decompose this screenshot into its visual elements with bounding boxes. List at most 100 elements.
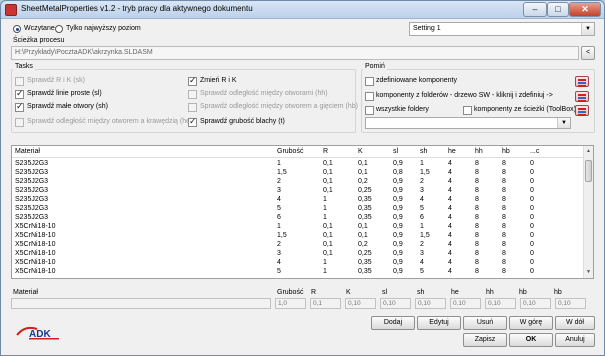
- scroll-thumb[interactable]: [585, 160, 592, 182]
- table-row[interactable]: S235J2G3 4 1 0,35 0,9 4 4 8 8 0: [12, 196, 584, 205]
- table-row[interactable]: S235J2G3 3 0,1 0,25 0,9 3 4 8 8 0: [12, 187, 584, 196]
- table-row[interactable]: X5CrNi18-10 5 1 0,35 0,9 5 4 8 8 0: [12, 268, 584, 277]
- flag-icon[interactable]: [575, 76, 589, 87]
- table-cell: 1: [277, 160, 281, 167]
- edit-button[interactable]: Edytuj: [417, 316, 461, 330]
- table-cell: S235J2G3: [15, 205, 49, 212]
- flag-icon[interactable]: [575, 105, 589, 116]
- radio-wczytane[interactable]: [13, 25, 21, 33]
- col-header[interactable]: ...c: [530, 148, 539, 155]
- sl-field[interactable]: 0,10: [380, 298, 411, 309]
- col-header[interactable]: Grubość: [277, 148, 303, 155]
- skip-folders-check[interactable]: [365, 92, 374, 101]
- table-row[interactable]: S235J2G3 2 0,1 0,2 0,9 2 4 8 8 0: [12, 178, 584, 187]
- remove-button[interactable]: Usuń: [463, 316, 507, 330]
- table-row[interactable]: X5CrNi18-10 3 0,1 0,25 0,9 3 4 8 8 0: [12, 250, 584, 259]
- hh-field[interactable]: 0,10: [485, 298, 516, 309]
- scroll-down-icon[interactable]: ▼: [584, 268, 593, 277]
- table-cell: 1: [420, 223, 424, 230]
- col-header[interactable]: he: [448, 148, 456, 155]
- table-row[interactable]: S235J2G3 1,5 0,1 0,1 0,8 1,5 4 8 8 0: [12, 169, 584, 178]
- check-hole-hole[interactable]: [188, 90, 197, 99]
- k-field[interactable]: 0,10: [345, 298, 376, 309]
- col-header[interactable]: hb: [502, 148, 510, 155]
- table-cell: 4: [448, 196, 452, 203]
- skip-all-folders-check[interactable]: [365, 106, 374, 115]
- table-row[interactable]: S235J2G3 5 1 0,35 0,9 5 4 8 8 0: [12, 205, 584, 214]
- col-header[interactable]: sh: [420, 148, 427, 155]
- table-cell: 0,35: [358, 205, 372, 212]
- main-window: SheetMetalProperties v1.2 - tryb pracy d…: [0, 0, 605, 356]
- table-cell: 8: [475, 178, 479, 185]
- col-header[interactable]: R: [323, 148, 328, 155]
- table-cell: 0,1: [323, 232, 333, 239]
- table-cell: 0,9: [393, 232, 403, 239]
- skip-toolbox-check[interactable]: [463, 106, 472, 115]
- table-cell: 4: [420, 259, 424, 266]
- chevron-down-icon[interactable]: ▼: [557, 118, 570, 128]
- table-cell: 0: [530, 241, 534, 248]
- col-header[interactable]: hh: [475, 148, 483, 155]
- check-hole-bend[interactable]: [188, 103, 197, 112]
- save-button[interactable]: Zapisz: [463, 333, 507, 347]
- thickness-field[interactable]: 1,0: [275, 298, 306, 309]
- check-small-holes-label: Sprawdź małe otwory (sh): [27, 103, 108, 110]
- table-row[interactable]: X5CrNi18-10 1 0,1 0,1 0,9 1 4 8 8 0: [12, 223, 584, 232]
- radio-top-level[interactable]: [55, 25, 63, 33]
- he-field[interactable]: 0,10: [450, 298, 481, 309]
- scroll-up-icon[interactable]: ▲: [584, 147, 593, 156]
- table-row[interactable]: X5CrNi18-10 2 0,1 0,2 0,9 2 4 8 8 0: [12, 241, 584, 250]
- hb-field[interactable]: 0,10: [520, 298, 551, 309]
- move-up-button[interactable]: W górę: [509, 316, 553, 330]
- table-cell: 8: [475, 232, 479, 239]
- minimize-button[interactable]: –: [523, 2, 547, 17]
- table-cell: S235J2G3: [15, 187, 49, 194]
- table-cell: X5CrNi18-10: [15, 250, 56, 257]
- table-cell: 4: [277, 259, 281, 266]
- table-cell: 5: [420, 268, 424, 275]
- table-cell: 8: [475, 241, 479, 248]
- table-cell: 0,1: [323, 160, 333, 167]
- table-cell: 1: [420, 160, 424, 167]
- maximize-button[interactable]: □: [547, 2, 569, 17]
- table-row[interactable]: S235J2G3 1 0,1 0,1 0,9 1 4 8 8 0: [12, 160, 584, 169]
- vertical-scrollbar[interactable]: ▲ ▼: [583, 146, 593, 278]
- close-button[interactable]: ✕: [569, 2, 601, 17]
- table-cell: 1: [323, 214, 327, 221]
- r-field[interactable]: 0,1: [310, 298, 341, 309]
- table-cell: 4: [448, 205, 452, 212]
- table-cell: 8: [475, 169, 479, 176]
- hb2-field[interactable]: 0,10: [555, 298, 586, 309]
- table-row[interactable]: S235J2G3 6 1 0,35 0,9 6 4 8 8 0: [12, 214, 584, 223]
- material-field[interactable]: [11, 298, 271, 309]
- flag-icon[interactable]: [575, 91, 589, 102]
- check-hole-edge[interactable]: [15, 118, 24, 127]
- add-button[interactable]: Dodaj: [371, 316, 415, 330]
- check-change-r-k[interactable]: [188, 75, 197, 86]
- move-down-button[interactable]: W dół: [555, 316, 595, 330]
- check-small-holes[interactable]: [15, 101, 24, 112]
- table-cell: 2: [420, 241, 424, 248]
- table-cell: 6: [420, 214, 424, 221]
- setting-select[interactable]: Setting 1 ▼: [409, 22, 595, 36]
- col-header[interactable]: Materiał: [15, 148, 40, 155]
- chevron-down-icon[interactable]: ▼: [581, 23, 594, 35]
- table-cell: 0,1: [358, 160, 368, 167]
- skip-path-select[interactable]: ▼: [365, 117, 571, 129]
- materials-table[interactable]: Materiał Grubość R K sl sh he hh hb ...c…: [11, 145, 594, 279]
- col-header[interactable]: sl: [393, 148, 398, 155]
- browse-button[interactable]: <: [581, 46, 595, 60]
- col-header[interactable]: K: [358, 148, 363, 155]
- sh-field[interactable]: 0,10: [415, 298, 446, 309]
- check-thickness[interactable]: [188, 116, 197, 127]
- table-cell: 4: [448, 160, 452, 167]
- ok-button[interactable]: OK: [509, 333, 553, 347]
- table-row[interactable]: X5CrNi18-10 1,5 0,1 0,1 0,9 1,5 4 8 8 0: [12, 232, 584, 241]
- table-cell: 4: [277, 196, 281, 203]
- path-field[interactable]: H:\Przykłady\PocztaADK\akrzynka.SLDASM: [11, 46, 579, 60]
- check-r-k[interactable]: [15, 77, 24, 86]
- table-row[interactable]: X5CrNi18-10 4 1 0,35 0,9 4 4 8 8 0: [12, 259, 584, 268]
- check-lines[interactable]: [15, 88, 24, 99]
- skip-defined-check[interactable]: [365, 77, 374, 86]
- cancel-button[interactable]: Anuluj: [555, 333, 595, 347]
